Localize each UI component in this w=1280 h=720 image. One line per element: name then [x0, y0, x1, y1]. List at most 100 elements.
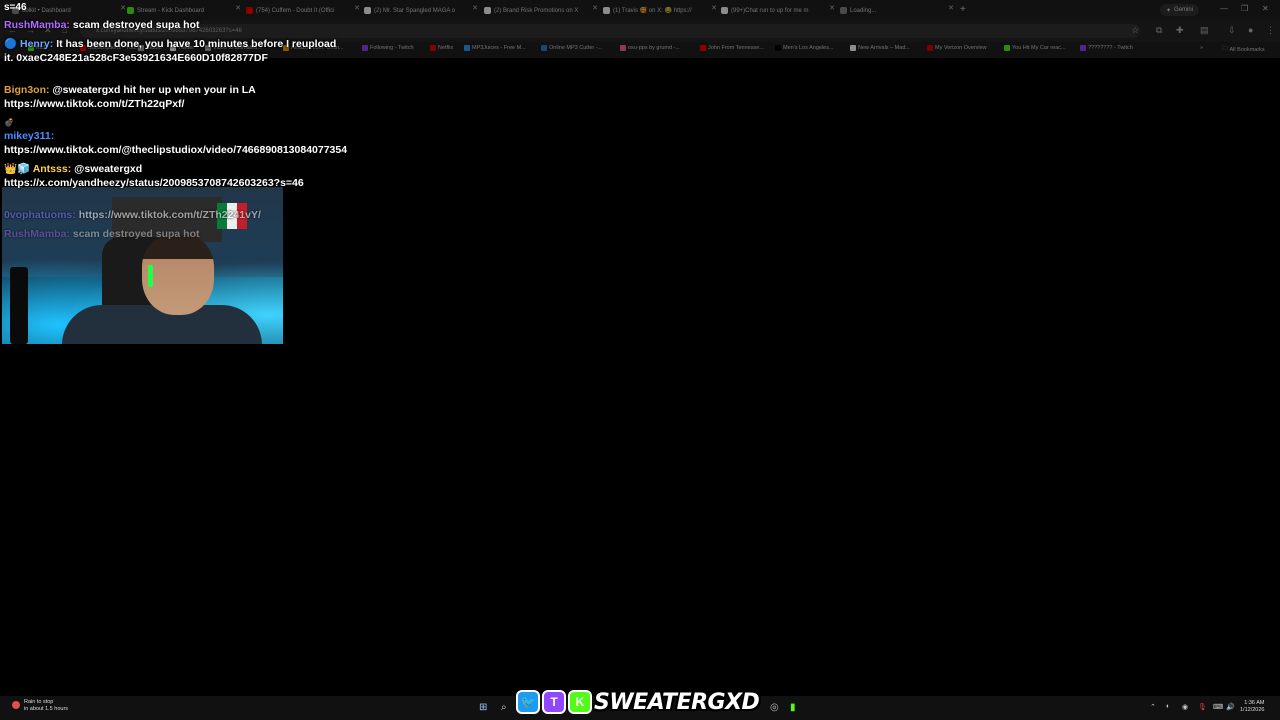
tab-title: (1) Travis 🥰 on X: 😂 https://	[613, 8, 692, 14]
bookmark-item[interactable]: Netflix	[430, 45, 453, 51]
webcam-headset	[148, 265, 153, 287]
tab-favicon-icon	[484, 7, 491, 14]
bookmark-label: ???????? - Twitch	[1088, 45, 1133, 51]
network-icon[interactable]: ⌨	[1213, 703, 1223, 711]
browser-tab[interactable]: (1) Travis 🥰 on X: 😂 https:// ✕	[603, 3, 719, 18]
bookmark-label: Men's Los Angeles...	[783, 45, 834, 51]
bookmark-favicon-icon	[430, 45, 436, 51]
kick-app-icon[interactable]: ▮	[790, 702, 796, 713]
start-icon[interactable]: ⊞	[479, 702, 487, 713]
chat-message: mikey311: https://www.tiktok.com/@thecli…	[4, 130, 347, 157]
microphone-icon[interactable]: 🎙	[1198, 703, 1207, 711]
bookmark-favicon-icon	[927, 45, 933, 51]
tab-close-icon[interactable]: ✕	[948, 4, 954, 12]
browser-tab[interactable]: Loading... ✕	[840, 3, 956, 18]
weather-title: Rain to stop	[24, 699, 54, 705]
browser-tab[interactable]: (754) Cuffem - Doubt It (Offici ✕	[246, 3, 362, 18]
bookmark-item[interactable]: Men's Los Angeles...	[775, 45, 834, 51]
taskbar-clock[interactable]: 1:36 AM 1/12/2026	[1240, 700, 1264, 714]
weather-icon	[12, 701, 20, 709]
volume-icon[interactable]: 🔊	[1226, 703, 1235, 711]
chrome-icon[interactable]: ◎	[770, 702, 779, 713]
profile-icon[interactable]: ●	[1248, 25, 1253, 35]
weather-subtitle: in about 1.5 hours	[24, 706, 69, 712]
tray-app-icon[interactable]: ◐	[1166, 703, 1170, 710]
minimize-icon[interactable]: —	[1220, 4, 1228, 13]
browser-tab[interactable]: (2) Mr. Star Spangled MAGA o ✕	[364, 3, 480, 18]
tab-close-icon[interactable]: ✕	[592, 4, 598, 12]
all-bookmarks-label: All Bookmarks	[1229, 46, 1265, 53]
chat-message: 🔵 Henry: It has been done, you have 10 m…	[4, 38, 344, 65]
bookmark-favicon-icon	[541, 45, 547, 51]
tab-close-icon[interactable]: ✕	[711, 4, 717, 12]
bookmark-item[interactable]: osu-pps by grumd -...	[620, 45, 680, 51]
bookmark-item[interactable]: ???????? - Twitch	[1080, 45, 1133, 51]
sidebar-icon[interactable]: ▤	[1200, 25, 1209, 36]
tab-favicon-icon	[603, 7, 610, 14]
bookmark-favicon-icon	[700, 45, 706, 51]
chat-message: 💣	[4, 116, 344, 130]
browser-tab[interactable]: Stream - Kick Dashboard ✕	[127, 3, 243, 18]
close-window-icon[interactable]: ✕	[1262, 4, 1269, 13]
chat-message: RushMamba: scam destroyed supa hot	[4, 228, 344, 242]
all-bookmarks-button[interactable]: 🗀 All Bookmarks	[1222, 45, 1265, 54]
bookmark-label: John From Tennesse...	[708, 45, 764, 51]
tab-title: (2) Mr. Star Spangled MAGA o	[374, 7, 456, 14]
gemini-button[interactable]: ✦ Gemini	[1160, 4, 1200, 16]
tab-favicon-icon	[840, 7, 847, 14]
tab-title: Stream - Kick Dashboard	[137, 7, 205, 14]
bookmark-item[interactable]: New Arrivals – Mad...	[850, 45, 910, 51]
browser-tab[interactable]: (2) Brand Risk Promotions on X ✕	[484, 3, 600, 18]
tab-title: oolkit • Dashboard	[22, 7, 71, 14]
bookmark-favicon-icon	[1004, 45, 1010, 51]
browser-tab[interactable]: (99+)Chat run to up for me m ✕	[721, 3, 837, 18]
new-tab-button[interactable]: +	[960, 4, 966, 15]
streamer-banner: 🐦 T K SWEATERGXD	[516, 688, 760, 716]
bookmark-favicon-icon	[1080, 45, 1086, 51]
browser-tab[interactable]: oolkit • Dashboard ✕	[12, 3, 128, 18]
gemini-label: Gemini	[1174, 7, 1194, 13]
chat-message: Bign3on: @sweatergxd hit her up when you…	[4, 84, 344, 111]
chat-text: It has been done, you have 10 minutes be…	[4, 38, 337, 64]
chat-username: RushMamba:	[4, 19, 70, 31]
tab-close-icon[interactable]: ✕	[235, 4, 241, 12]
bookmark-item[interactable]: My Verizon Overview	[927, 45, 987, 51]
tab-title: (2) Brand Risk Promotions on X	[494, 7, 579, 14]
overlay-top-text: s=46	[4, 2, 27, 13]
tray-chevron-icon[interactable]: ⌃	[1150, 703, 1156, 711]
bookmark-label: osu-pps by grumd -...	[628, 45, 680, 51]
chat-message: 👑🧊 Antsss: @sweatergxd https://x.com/yan…	[4, 163, 344, 190]
tab-close-icon[interactable]: ✕	[120, 4, 126, 12]
bookmark-item[interactable]: You Hit My Car reac...	[1004, 45, 1066, 51]
tab-favicon-icon	[721, 7, 728, 14]
puzzle-icon[interactable]: ✚	[1176, 25, 1184, 36]
bookmark-item[interactable]: MP3Juices - Free M...	[464, 45, 526, 51]
bookmark-item[interactable]: Following - Twitch	[362, 45, 414, 51]
tray-app-icon[interactable]: ◉	[1182, 703, 1188, 711]
tab-close-icon[interactable]: ✕	[472, 4, 478, 12]
tab-close-icon[interactable]: ✕	[354, 4, 360, 12]
chat-message: RushMamba: scam destroyed supa hot	[4, 19, 344, 33]
chat-text: scam destroyed supa hot	[72, 19, 200, 31]
chat-text: 💣	[4, 118, 14, 127]
download-icon[interactable]: ⇩	[1228, 25, 1236, 36]
bookmark-item[interactable]: Online MP3 Cutter -...	[541, 45, 602, 51]
extension-icon[interactable]: ⧉	[1156, 25, 1162, 36]
bookmark-label: My Verizon Overview	[935, 45, 987, 51]
bookmark-favicon-icon	[464, 45, 470, 51]
menu-icon[interactable]: ⋮	[1266, 25, 1275, 36]
search-icon[interactable]: ⌕	[501, 702, 507, 713]
tab-close-icon[interactable]: ✕	[829, 4, 835, 12]
bookmark-star-icon[interactable]: ☆	[1131, 25, 1139, 36]
clock-date: 1/12/2026	[1240, 707, 1265, 713]
bookmark-item[interactable]: John From Tennesse...	[700, 45, 764, 51]
bookmarks-overflow-icon[interactable]: »	[1200, 45, 1203, 51]
twitch-icon: T	[542, 690, 566, 714]
tab-title: Loading...	[850, 7, 877, 14]
weather-widget[interactable]: Rain to stop in about 1.5 hours	[12, 699, 68, 713]
clock-time: 1:36 AM	[1244, 700, 1265, 706]
chat-text: scam destroyed supa hot	[72, 228, 200, 240]
maximize-icon[interactable]: ❐	[1241, 4, 1248, 13]
chat-username: mikey311:	[4, 130, 55, 142]
twitter-icon: 🐦	[516, 690, 540, 714]
